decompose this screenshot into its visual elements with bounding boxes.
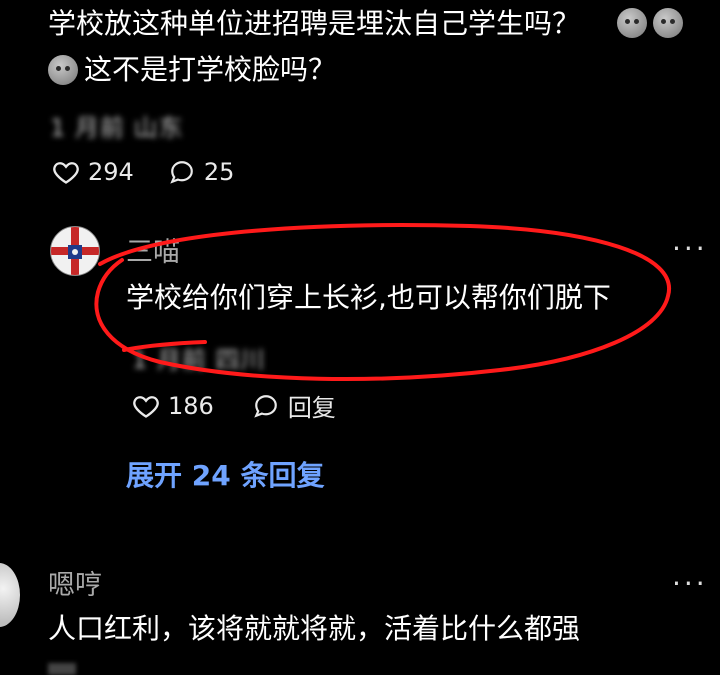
like-count: 294	[88, 158, 134, 186]
red-annotation-ellipse	[94, 223, 672, 382]
emoji-row-1	[617, 8, 683, 38]
comment-bubble-icon	[254, 394, 277, 418]
like-button[interactable]: 186	[132, 392, 214, 420]
top-comment: 学校放这种单位进招聘是埋汰自己学生吗？ 这不是打学校脸吗？ 1 月前 山东 29…	[0, 0, 720, 210]
reply-count: 25	[203, 158, 235, 186]
comment-bubble-icon	[170, 161, 193, 184]
avatar[interactable]	[0, 563, 20, 627]
heart-icon	[133, 395, 159, 418]
sad-face-icon	[48, 55, 78, 85]
sad-face-icon	[617, 8, 647, 38]
reply-count-button[interactable]: 25	[168, 158, 235, 186]
bottom-comment-text: 人口红利，该将就就将就，活着比什么都强	[48, 612, 581, 645]
like-button[interactable]: 294	[52, 158, 134, 186]
reply-comment: 三喵 ··· 学校给你们穿上长衫,也可以帮你们脱下 1 月前 四川 186 回复…	[0, 210, 720, 510]
like-count: 186	[168, 391, 214, 420]
sad-face-icon	[653, 8, 683, 38]
top-comment-actions: 294 25	[52, 158, 234, 186]
top-comment-text-line1: 学校放这种单位进招聘是埋汰自己学生吗？	[48, 7, 581, 40]
expand-replies-link[interactable]: 展开 24 条回复	[126, 454, 324, 494]
bottom-comment-username[interactable]: 嗯哼	[48, 563, 102, 602]
partial-next-line	[48, 663, 76, 675]
more-options-button[interactable]: ···	[672, 567, 708, 600]
top-comment-timestamp: 1 月前 山东	[50, 114, 184, 142]
top-comment-line2: 这不是打学校脸吗？	[48, 52, 336, 88]
reply-label: 回复	[287, 394, 336, 422]
bottom-comment: 嗯哼 ··· 人口红利，该将就就将就，活着比什么都强	[0, 545, 720, 675]
heart-icon	[53, 162, 79, 184]
reply-actions: 186 回复	[132, 388, 336, 423]
top-comment-text-line2: 这不是打学校脸吗？	[84, 53, 337, 86]
reply-button[interactable]: 回复	[252, 388, 336, 423]
